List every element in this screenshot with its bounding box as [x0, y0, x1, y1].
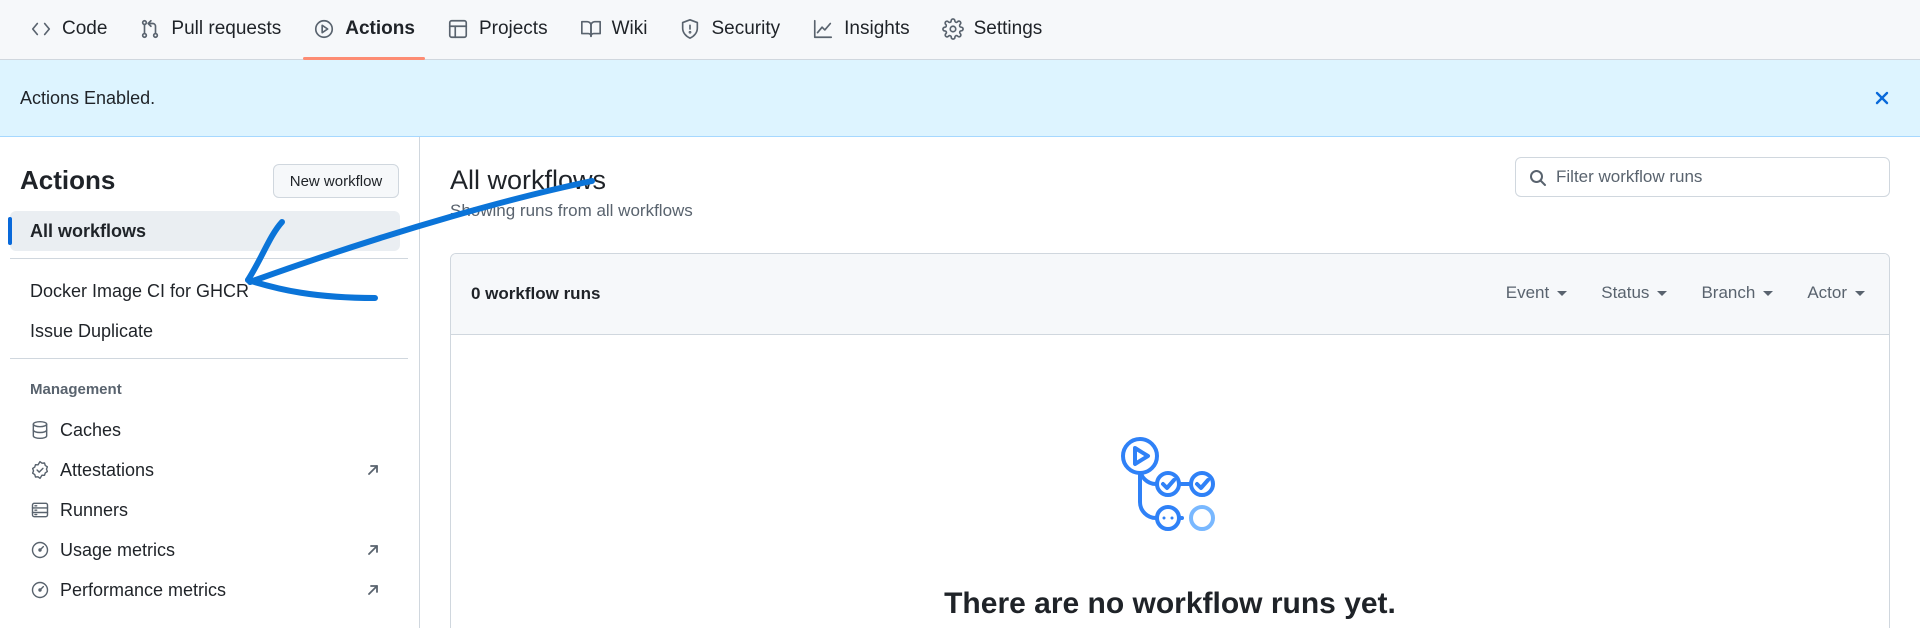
- tab-code[interactable]: Code: [20, 0, 117, 59]
- runs-header: 0 workflow runs Event Status Branch Acto…: [451, 254, 1889, 335]
- filter-branch-dropdown[interactable]: Branch: [1701, 283, 1774, 303]
- filter-workflow-runs: [1515, 157, 1890, 197]
- new-workflow-button[interactable]: New workflow: [273, 164, 399, 198]
- code-icon: [31, 22, 51, 36]
- page-title: All workflows: [450, 165, 607, 195]
- caret-down-icon: [1763, 290, 1774, 296]
- tab-label: Projects: [478, 18, 548, 39]
- runs-filters: Event Status Branch Actor: [1506, 283, 1865, 303]
- play-icon: [315, 19, 334, 39]
- sidebar-item-performance-metrics[interactable]: Performance metrics: [10, 571, 400, 609]
- close-flash-button[interactable]: [1868, 84, 1896, 112]
- flash-banner: Actions Enabled.: [0, 60, 1920, 137]
- meter-icon: [31, 581, 49, 599]
- tab-label: Wiki: [611, 18, 648, 39]
- gear-icon: [941, 18, 964, 40]
- tab-label: Settings: [973, 18, 1043, 39]
- git-pull-request-icon: [142, 19, 159, 39]
- filter-actor-dropdown[interactable]: Actor: [1807, 283, 1865, 303]
- dropdown-label: Status: [1601, 283, 1650, 302]
- caret-down-icon: [1557, 290, 1568, 296]
- tab-projects[interactable]: Projects: [437, 0, 558, 59]
- database-icon: [32, 420, 48, 440]
- sidebar-item-label: Attestations: [60, 459, 155, 480]
- graph-icon: [814, 19, 833, 39]
- sidebar-item-label: Performance metrics: [60, 579, 227, 600]
- repo-nav: Code Pull requests Actions Projects Wiki…: [0, 0, 1920, 60]
- filter-event-dropdown[interactable]: Event: [1505, 283, 1568, 303]
- sidebar-item-attestations[interactable]: Attestations: [10, 451, 400, 489]
- meter-icon: [31, 541, 49, 559]
- sidebar-item-workflow[interactable]: Issue Duplicate: [10, 311, 410, 351]
- book-icon: [580, 20, 601, 38]
- runs-count: 0 workflow runs: [471, 284, 601, 303]
- workflow-illustration-icon: [1121, 437, 1215, 531]
- sidebar-item-label: Caches: [60, 419, 122, 440]
- caret-down-icon: [1855, 290, 1865, 296]
- sidebar-item-caches[interactable]: Caches: [10, 411, 400, 449]
- divider: [10, 258, 408, 259]
- sidebar-item-runners[interactable]: Runners: [10, 491, 400, 529]
- tab-label: Actions: [345, 18, 415, 39]
- table-icon: [448, 19, 468, 39]
- external-link-icon: [368, 585, 378, 595]
- server-icon: [31, 502, 49, 518]
- tab-security[interactable]: Security: [669, 0, 790, 59]
- sidebar-item-all-workflows[interactable]: All workflows: [8, 211, 400, 251]
- sidebar-item-label: Usage metrics: [60, 539, 176, 560]
- sidebar-item-usage-metrics[interactable]: Usage metrics: [10, 531, 400, 569]
- tab-label: Code: [62, 18, 108, 39]
- sidebar-item-label: Runners: [60, 499, 129, 520]
- search-icon: [1530, 170, 1546, 186]
- external-link-icon: [368, 545, 378, 555]
- flash-message: Actions Enabled.: [20, 87, 156, 108]
- sidebar-title: Actions: [20, 165, 116, 195]
- tab-label: Security: [711, 18, 781, 39]
- page-subtitle: Showing runs from all workflows: [450, 201, 693, 220]
- verified-icon: [31, 460, 49, 480]
- filter-status-dropdown[interactable]: Status: [1601, 283, 1668, 303]
- management-heading: Management: [30, 381, 122, 398]
- tab-wiki[interactable]: Wiki: [570, 0, 658, 59]
- sidebar-item-workflow[interactable]: Docker Image CI for GHCR: [10, 271, 410, 311]
- shield-icon: [682, 19, 699, 39]
- tab-insights[interactable]: Insights: [802, 0, 919, 59]
- dropdown-label: Event: [1505, 283, 1550, 302]
- divider: [10, 358, 408, 359]
- tab-actions[interactable]: Actions: [303, 0, 425, 60]
- search-input[interactable]: [1556, 167, 1876, 187]
- tab-label: Pull requests: [171, 18, 282, 39]
- tab-settings[interactable]: Settings: [932, 0, 1053, 59]
- caret-down-icon: [1657, 290, 1668, 296]
- tab-pull-requests[interactable]: Pull requests: [129, 0, 291, 59]
- dropdown-label: Actor: [1807, 283, 1847, 302]
- empty-state-title: There are no workflow runs yet.: [944, 587, 1396, 620]
- actions-sidebar: Actions New workflow All workflows Docke…: [0, 137, 420, 628]
- tab-label: Insights: [844, 18, 910, 39]
- dropdown-label: Branch: [1701, 283, 1756, 302]
- external-link-icon: [368, 465, 378, 475]
- close-icon: [1875, 91, 1889, 105]
